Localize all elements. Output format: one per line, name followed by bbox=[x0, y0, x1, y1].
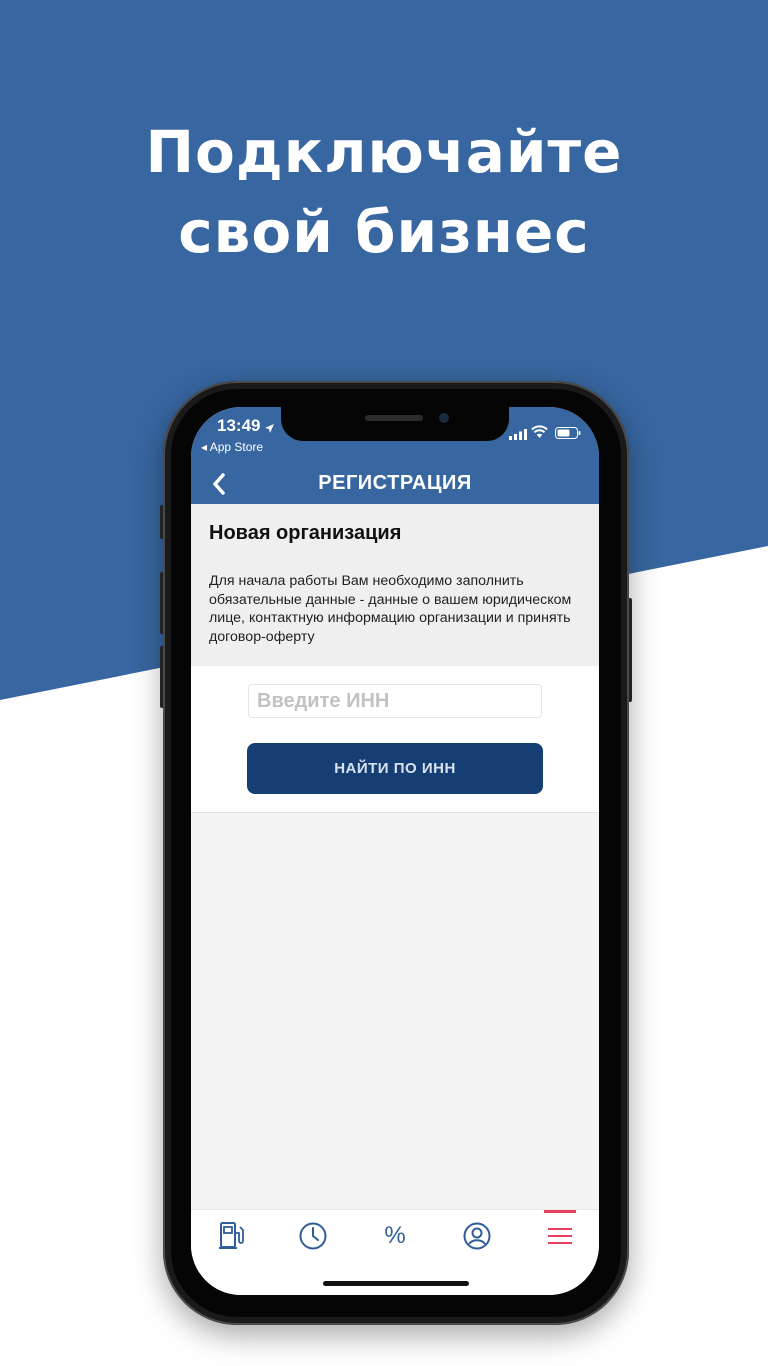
intro-section: Новая организация Для начала работы Вам … bbox=[191, 504, 599, 666]
inn-input[interactable] bbox=[248, 684, 542, 718]
tab-history[interactable] bbox=[293, 1216, 333, 1256]
promo-headline: Подключайте свой бизнес bbox=[0, 112, 768, 272]
phone-screen: 13:49 ◂ App Store РЕГИСТРАЦИЯ Новая орга… bbox=[191, 407, 599, 1295]
percent-icon: % bbox=[384, 1222, 406, 1249]
home-indicator[interactable] bbox=[323, 1281, 469, 1286]
battery-icon bbox=[555, 426, 581, 444]
phone-notch bbox=[281, 407, 509, 441]
clock-icon bbox=[299, 1222, 327, 1250]
front-camera bbox=[439, 413, 449, 423]
signal-icon bbox=[509, 427, 527, 445]
back-button[interactable] bbox=[205, 469, 233, 499]
headline-line-1: Подключайте bbox=[145, 118, 623, 186]
tab-menu[interactable] bbox=[540, 1216, 580, 1256]
profile-icon bbox=[463, 1222, 491, 1250]
tab-profile[interactable] bbox=[457, 1216, 497, 1256]
find-by-inn-button[interactable]: НАЙТИ ПО ИНН bbox=[247, 743, 543, 794]
headline-line-2: свой бизнес bbox=[178, 198, 590, 266]
back-to-app-store-link[interactable]: ◂ App Store bbox=[201, 440, 263, 454]
nav-bar: РЕГИСТРАЦИЯ bbox=[191, 463, 599, 504]
location-arrow-icon bbox=[265, 420, 274, 438]
intro-description: Для начала работы Вам необходимо заполни… bbox=[209, 573, 572, 645]
active-tab-indicator bbox=[544, 1210, 576, 1213]
section-title: Новая организация bbox=[209, 522, 402, 544]
speaker-grille bbox=[365, 415, 423, 421]
tab-discounts[interactable]: % bbox=[375, 1216, 415, 1256]
chevron-left-icon bbox=[213, 473, 225, 495]
menu-icon bbox=[548, 1228, 572, 1244]
status-time: 13:49 bbox=[217, 416, 261, 435]
page-title: РЕГИСТРАЦИЯ bbox=[318, 472, 472, 494]
inn-form: НАЙТИ ПО ИНН bbox=[191, 666, 599, 813]
wifi-icon bbox=[531, 425, 548, 443]
tab-fuel[interactable] bbox=[212, 1216, 252, 1256]
fuel-pump-icon bbox=[219, 1222, 244, 1249]
